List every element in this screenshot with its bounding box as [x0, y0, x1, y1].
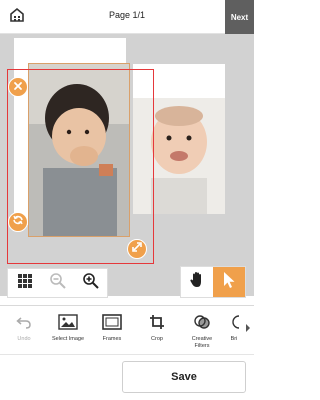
select-image-label: Select Image: [51, 336, 85, 342]
frames-button[interactable]: Frames: [90, 313, 134, 352]
resize-arrows-icon: [131, 240, 143, 258]
pointer-icon: [222, 271, 236, 294]
resize-handle[interactable]: [127, 239, 147, 259]
edit-toolbar: Undo Select Image Frames Crop Creative F…: [0, 305, 254, 355]
mode-controls: [180, 266, 246, 298]
crop-label: Crop: [151, 336, 163, 342]
top-bar: Page 1/1 Next: [0, 0, 254, 34]
creative-filters-label: Creative Filters: [191, 336, 213, 349]
pan-mode-button[interactable]: [181, 267, 213, 297]
undo-label: Undo: [17, 336, 31, 342]
undo-icon: [16, 315, 32, 334]
brightness-label: Bri: [230, 336, 238, 342]
crop-button[interactable]: Crop: [135, 314, 179, 352]
rotate-icon: [12, 213, 24, 231]
select-mode-button[interactable]: [213, 267, 245, 297]
close-icon: [13, 78, 23, 96]
grid-icon: [17, 273, 33, 294]
toolbar-scroll-right[interactable]: [244, 322, 252, 338]
view-controls: [7, 268, 108, 298]
page-title: Page 1/1: [108, 10, 146, 20]
frames-label: Frames: [102, 336, 122, 342]
zoom-out-icon: [49, 272, 67, 295]
crop-icon: [149, 314, 165, 335]
select-image-icon: [58, 313, 78, 335]
next-button[interactable]: Next: [225, 0, 254, 34]
brightness-icon: [229, 314, 246, 335]
selection-frame: [7, 69, 154, 264]
frames-icon: [102, 313, 122, 335]
select-image-button[interactable]: Select Image: [46, 313, 90, 352]
creative-filters-icon: [193, 314, 211, 335]
save-button[interactable]: Save: [122, 361, 246, 393]
rotate-handle[interactable]: [8, 212, 28, 232]
hand-icon: [189, 271, 205, 294]
undo-button[interactable]: Undo: [2, 314, 46, 352]
zoom-in-button[interactable]: [74, 268, 107, 298]
creative-filters-button[interactable]: Creative Filters: [180, 314, 224, 352]
grid-view-button[interactable]: [8, 268, 41, 298]
remove-image-handle[interactable]: [8, 77, 28, 97]
chevron-right-icon: [245, 321, 251, 339]
zoom-out-button[interactable]: [41, 268, 74, 298]
brightness-button[interactable]: Bri: [224, 314, 246, 352]
zoom-in-icon: [82, 272, 100, 295]
